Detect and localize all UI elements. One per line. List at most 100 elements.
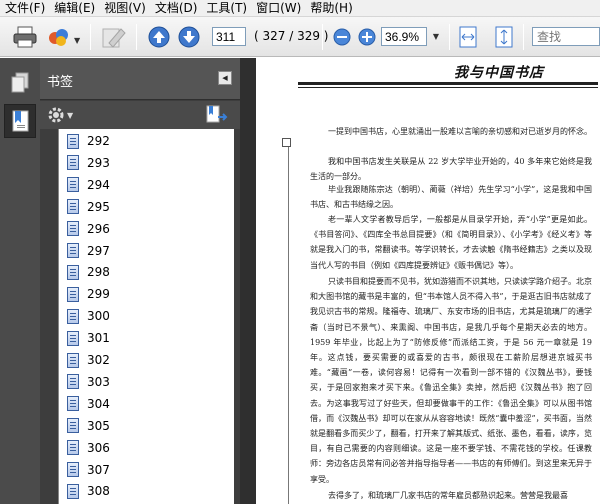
- fit-width-icon: [459, 26, 477, 48]
- margin-marker: [282, 138, 291, 147]
- paragraph: 老一辈人文学者教导后学，一般都是从目录学开始，弄“小学”更是如此。《书目答问》、…: [310, 215, 592, 270]
- bookmark-item[interactable]: 295: [59, 196, 234, 218]
- bookmarks-panel-button[interactable]: [4, 104, 36, 138]
- bookmark-item[interactable]: 298: [59, 261, 234, 283]
- zoom-input[interactable]: [381, 27, 427, 46]
- menu-file[interactable]: 文件(F): [0, 0, 49, 17]
- bookmark-label: 303: [87, 374, 110, 389]
- search-input[interactable]: [532, 27, 600, 46]
- bookmark-label: 299: [87, 287, 110, 302]
- menu-document[interactable]: 文档(D): [150, 0, 202, 17]
- chevron-down-icon: ▼: [67, 110, 74, 120]
- previous-page-button[interactable]: [146, 24, 172, 50]
- share-icon: [49, 29, 68, 46]
- bookmark-item[interactable]: 300: [59, 305, 234, 327]
- page-count: ( 327 / 329 ): [254, 29, 329, 43]
- bookmark-item[interactable]: 307: [59, 459, 234, 481]
- navigation-icon-strip: [0, 58, 40, 504]
- panel-header: 书签 ◀: [40, 58, 240, 100]
- minus-icon: [333, 28, 351, 46]
- bookmark-item[interactable]: 303: [59, 371, 234, 393]
- sign-button[interactable]: [101, 24, 127, 50]
- zoom-out-button[interactable]: [329, 24, 355, 50]
- bookmark-item[interactable]: 302: [59, 349, 234, 371]
- bookmark-label: 308: [87, 484, 110, 499]
- page-icon: [67, 440, 79, 456]
- zoom-dropdown-button[interactable]: ▼: [429, 27, 443, 46]
- collapse-panel-button[interactable]: ◀: [218, 71, 232, 85]
- document-view: 我与中国书店 一提到中国书店，心里就涌出一股难以言喻的亲切感和对已逝岁月的怀念。…: [256, 58, 600, 504]
- toolbar-separator: [90, 24, 91, 50]
- heading-rule: [298, 82, 598, 85]
- page-icon: [67, 286, 79, 302]
- bookmark-item[interactable]: 294: [59, 174, 234, 196]
- bookmark-item[interactable]: 292: [59, 130, 234, 152]
- panel-splitter[interactable]: [240, 58, 256, 504]
- paragraph: 毕业我跟随陈宗达（朝明）、蔺薇（祥培）先生学习“小学”，这是我和中国书店、和古书…: [310, 185, 592, 210]
- menu-view[interactable]: 视图(V): [99, 0, 150, 17]
- menu-window[interactable]: 窗口(W): [251, 0, 305, 17]
- page-number-input[interactable]: [212, 27, 246, 46]
- bookmark-item[interactable]: 304: [59, 393, 234, 415]
- print-button[interactable]: [12, 24, 38, 50]
- panel-title: 书签: [47, 75, 74, 90]
- bookmark-item[interactable]: 299: [59, 283, 234, 305]
- page-icon: [67, 155, 79, 171]
- bookmark-label: 292: [87, 134, 110, 148]
- next-page-button[interactable]: [176, 24, 202, 50]
- page-icon: [67, 264, 79, 280]
- pages-panel-button[interactable]: [4, 66, 36, 100]
- menu-tools[interactable]: 工具(T): [201, 0, 251, 17]
- bookmark-label: 301: [87, 331, 110, 346]
- arrow-down-icon: [178, 26, 200, 48]
- options-button[interactable]: ▼: [47, 106, 73, 124]
- toolbar: ▼ ( 327 / 329 ) ▼: [0, 17, 600, 57]
- page-icon: [67, 462, 79, 477]
- bookmark-label: 305: [87, 418, 110, 433]
- menu-bar: 文件(F) 编辑(E) 视图(V) 文档(D) 工具(T) 窗口(W) 帮助(H…: [0, 0, 600, 17]
- bookmark-label: 298: [87, 265, 110, 280]
- bookmark-item[interactable]: 308: [59, 480, 234, 502]
- bookmarks-panel: 书签 ◀ ▼ 292 293 294 295 296 297 298 299 300 301 302…: [40, 58, 240, 504]
- menu-help[interactable]: 帮助(H): [305, 0, 356, 17]
- fit-page-button[interactable]: [491, 24, 517, 50]
- page-icon: [67, 177, 79, 193]
- page-icon: [67, 374, 79, 390]
- printer-icon: [13, 26, 37, 48]
- menu-edit[interactable]: 编辑(E): [49, 0, 99, 17]
- collaborate-button[interactable]: [46, 24, 72, 50]
- paragraph: 我和中国书店发生关联是从 22 岁大学毕业开始的，40 多年来它始终是我生活的一…: [310, 157, 592, 182]
- bookmark-list: 292 293 294 295 296 297 298 299 300 301 302 303 304 3…: [58, 129, 234, 504]
- expand-bookmark-button[interactable]: [206, 105, 228, 128]
- toolbar-separator: [449, 24, 450, 50]
- bookmark-label: 296: [87, 221, 110, 236]
- plus-icon: [358, 28, 376, 46]
- page-icon: [67, 199, 79, 215]
- page-icon: [67, 308, 79, 324]
- pages-icon: [11, 72, 29, 93]
- bookmark-item[interactable]: 301: [59, 327, 234, 349]
- margin-line: [288, 142, 289, 504]
- bookmark-item[interactable]: 296: [59, 218, 234, 240]
- chevron-down-icon[interactable]: ▼: [74, 36, 80, 45]
- zoom-in-button[interactable]: [354, 24, 380, 50]
- bookmark-item[interactable]: 297: [59, 240, 234, 262]
- page-heading: 我与中国书店: [454, 65, 544, 81]
- page-icon: [67, 418, 79, 434]
- page-icon: [67, 396, 79, 412]
- bookmark-label: 304: [87, 396, 110, 411]
- bookmark-item[interactable]: 293: [59, 152, 234, 174]
- bookmark-label: 302: [87, 353, 110, 367]
- page-icon: [67, 352, 79, 368]
- bookmark-label: 294: [87, 177, 110, 192]
- bookmark-label: 295: [87, 199, 110, 214]
- bookmark-item[interactable]: 306: [59, 437, 234, 459]
- bookmark-page-icon: [12, 110, 29, 132]
- gear-icon: [48, 107, 64, 123]
- bookmark-item[interactable]: 305: [59, 415, 234, 437]
- toolbar-separator: [322, 24, 323, 50]
- bookmark-label: 307: [87, 462, 110, 477]
- toolbar-separator: [136, 24, 137, 50]
- bookmark-label: 297: [87, 243, 110, 258]
- fit-width-button[interactable]: [455, 24, 481, 50]
